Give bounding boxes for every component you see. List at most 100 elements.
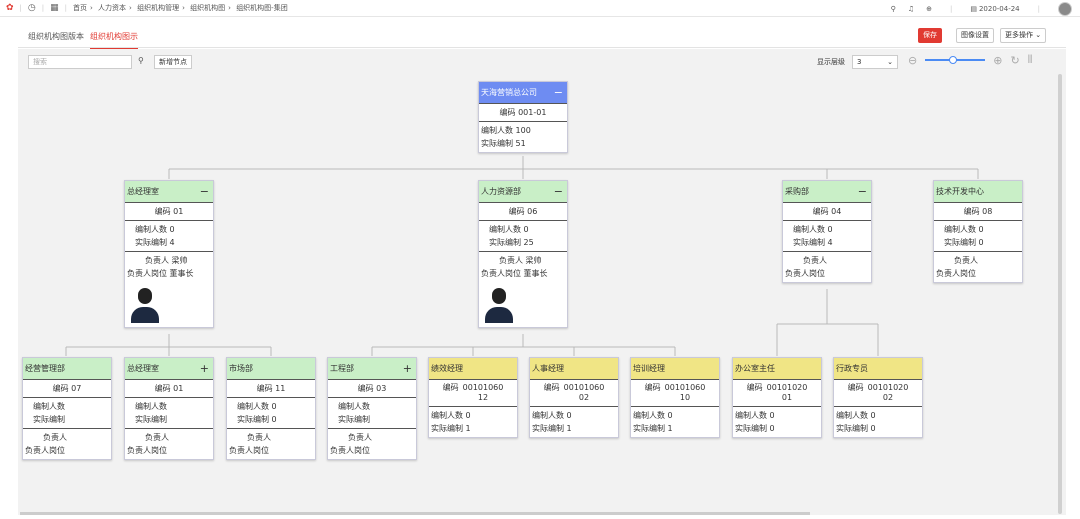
code-label: 编码 bbox=[508, 207, 525, 216]
org-node-admin[interactable]: 行政专员 编码 00101020 02 编制人数 0 实际编制 0 bbox=[833, 357, 923, 438]
horizontal-scrollbar[interactable] bbox=[20, 512, 810, 515]
breadcrumb-org-mgmt[interactable]: 组织机构管理 bbox=[137, 4, 179, 12]
current-date: 2020-04-24 bbox=[978, 4, 1020, 13]
org-chart-canvas[interactable]: 搜索 ⚲ 新增节点 显示层级 3 ⌄ ⊖ ⊕ ↻ ⦀ 天海营销总公司 − 编码 00… bbox=[18, 49, 1066, 515]
code-value: 001-01 bbox=[518, 108, 547, 117]
head-position-label: 负责人岗位 bbox=[25, 446, 65, 455]
expand-icon[interactable]: + bbox=[403, 358, 412, 380]
node-code: 编码 03 bbox=[328, 380, 416, 398]
org-node-hr-manager[interactable]: 人事经理 编码 00101060 02 编制人数 0 实际编制 1 bbox=[529, 357, 619, 438]
org-node-root[interactable]: 天海营销总公司 − 编码 001-01 编制人数 100 实际编制 51 bbox=[478, 81, 568, 153]
head-position-value: 董事长 bbox=[169, 269, 194, 278]
image-settings-button[interactable]: 图像设置 bbox=[956, 28, 994, 43]
tab-chart-diagram[interactable]: 组织机构图示 bbox=[90, 31, 138, 49]
code-label: 编码 bbox=[154, 207, 171, 216]
add-circle-icon[interactable]: ⊕ bbox=[926, 5, 932, 13]
node-header: 市场部 bbox=[227, 358, 315, 380]
node-staffing: 编制人数 0 实际编制 0 bbox=[834, 407, 922, 437]
expand-icon[interactable]: + bbox=[200, 358, 209, 380]
node-name: 行政专员 bbox=[836, 364, 868, 373]
tab-chart-version[interactable]: 组织机构图版本 bbox=[28, 31, 84, 42]
head-label: 负责人 bbox=[247, 433, 271, 442]
actual-value: 1 bbox=[667, 424, 673, 433]
actual-label: 实际编制 bbox=[135, 415, 167, 424]
node-code: 编码 04 bbox=[783, 203, 871, 221]
planned-label: 编制人数 bbox=[489, 225, 521, 234]
planned-value: 0 bbox=[769, 411, 775, 420]
node-head: 负责人 梁帅 负责人岗位 董事长 bbox=[479, 252, 567, 327]
org-node-ops[interactable]: 经营管理部 编码 07 编制人数 实际编制 负责人 负责人岗位 bbox=[22, 357, 112, 460]
planned-value: 0 bbox=[169, 225, 175, 234]
org-node-gm-sub[interactable]: 总经理室 + 编码 01 编制人数 实际编制 负责人 负责人岗位 bbox=[124, 357, 214, 460]
org-node-eng[interactable]: 工程部 + 编码 03 编制人数 实际编制 负责人 负责人岗位 bbox=[327, 357, 417, 460]
top-navigation-bar: ✿ | ◷ | ▦ | 首页 › 人力资本 › 组织机构管理 › 组织机构图 › 组织机… bbox=[0, 0, 1080, 17]
planned-value: 0 bbox=[978, 225, 984, 234]
node-name: 采购部 bbox=[785, 187, 809, 196]
node-head: 负责人 梁帅 负责人岗位 董事长 bbox=[125, 252, 213, 327]
avatar[interactable] bbox=[1058, 1, 1072, 16]
more-actions-button[interactable]: 更多操作 ⌄ bbox=[1000, 28, 1047, 43]
node-code: 编码 08 bbox=[934, 203, 1022, 221]
actual-value: 0 bbox=[769, 424, 775, 433]
org-node-market[interactable]: 市场部 编码 11 编制人数 0 实际编制 0 负责人 负责人岗位 bbox=[226, 357, 316, 460]
planned-value: 100 bbox=[515, 126, 531, 135]
head-label: 负责人 bbox=[348, 433, 372, 442]
breadcrumb-hr-capital[interactable]: 人力资本 bbox=[98, 4, 126, 12]
org-node-hr[interactable]: 人力资源部 − 编码 06 编制人数 0 实际编制 25 负责人 梁帅 负责人岗位 董… bbox=[478, 180, 568, 328]
node-code: 编码 06 bbox=[479, 203, 567, 221]
node-code: 编码 01 bbox=[125, 380, 213, 398]
search-icon[interactable]: ⚲ bbox=[891, 5, 896, 13]
node-name: 经营管理部 bbox=[25, 364, 65, 373]
node-header: 技术开发中心 bbox=[934, 181, 1022, 203]
breadcrumb: 首页 › 人力资本 › 组织机构管理 › 组织机构图 › 组织机构图-集团 bbox=[73, 4, 288, 12]
node-head: 负责人负责人岗位 bbox=[227, 429, 315, 459]
actual-label: 实际编制 bbox=[836, 424, 868, 433]
node-staffing: 编制人数 0 实际编制 0 bbox=[733, 407, 821, 437]
breadcrumb-org-chart[interactable]: 组织机构图 bbox=[190, 4, 225, 12]
node-header: 天海营销总公司 − bbox=[479, 82, 567, 104]
org-node-office[interactable]: 办公室主任 编码 00101020 01 编制人数 0 实际编制 0 bbox=[732, 357, 822, 438]
head-position-label: 负责人岗位 bbox=[330, 446, 370, 455]
app-grid-icon[interactable]: ✿ bbox=[6, 3, 14, 13]
org-node-gm[interactable]: 总经理室 − 编码 01 编制人数 0 实际编制 4 负责人 梁帅 负责人岗位 董事长 bbox=[124, 180, 214, 328]
org-node-purchase[interactable]: 采购部 − 编码 04 编制人数 0 实际编制 4 负责人 负责人岗位 bbox=[782, 180, 872, 283]
code-value-line1: 00101060 bbox=[563, 383, 605, 392]
collapse-icon[interactable]: − bbox=[200, 181, 209, 203]
actual-value: 1 bbox=[566, 424, 572, 433]
collapse-icon[interactable]: − bbox=[554, 181, 563, 203]
node-name: 总经理室 bbox=[127, 187, 159, 196]
code-value-line2: 10 bbox=[679, 393, 691, 402]
node-code: 编码 00101060 02 bbox=[530, 380, 618, 407]
org-node-training[interactable]: 培训经理 编码 00101060 10 编制人数 0 实际编制 1 bbox=[630, 357, 720, 438]
planned-value: 0 bbox=[667, 411, 673, 420]
org-node-tech[interactable]: 技术开发中心 编码 08 编制人数 0 实际编制 0 负责人 负责人岗位 bbox=[933, 180, 1023, 283]
collapse-icon[interactable]: − bbox=[858, 181, 867, 203]
save-button[interactable]: 保存 bbox=[918, 28, 942, 43]
node-header: 绩效经理 bbox=[429, 358, 517, 380]
node-header: 经营管理部 bbox=[23, 358, 111, 380]
bell-icon[interactable]: ♫ bbox=[908, 5, 914, 13]
node-staffing: 编制人数 0 实际编制 1 bbox=[429, 407, 517, 437]
node-staffing: 编制人数 0 实际编制 25 bbox=[479, 221, 567, 252]
node-header: 人力资源部 − bbox=[479, 181, 567, 203]
actual-label: 实际编制 bbox=[237, 415, 269, 424]
code-value-line1: 00101060 bbox=[664, 383, 706, 392]
vertical-scrollbar[interactable] bbox=[1058, 74, 1062, 514]
head-label: 负责人 bbox=[499, 256, 523, 265]
planned-label: 编制人数 bbox=[135, 225, 167, 234]
history-icon[interactable]: ◷ bbox=[28, 3, 36, 13]
code-value-line2: 12 bbox=[477, 393, 489, 402]
actual-label: 实际编制 bbox=[481, 139, 513, 148]
head-position-label: 负责人岗位 bbox=[229, 446, 269, 455]
calendar-icon: ▤ bbox=[970, 4, 977, 13]
code-value: 01 bbox=[173, 384, 184, 393]
node-head: 负责人 负责人岗位 bbox=[23, 429, 111, 459]
head-label: 负责人 bbox=[145, 433, 169, 442]
org-node-perf[interactable]: 绩效经理 编码 00101060 12 编制人数 0 实际编制 1 bbox=[428, 357, 518, 438]
building-icon[interactable]: ▦ bbox=[50, 3, 59, 13]
breadcrumb-home[interactable]: 首页 bbox=[73, 4, 87, 12]
code-label: 编码 bbox=[812, 207, 829, 216]
node-staffing: 编制人数 0 实际编制 4 bbox=[125, 221, 213, 252]
node-header: 采购部 − bbox=[783, 181, 871, 203]
collapse-icon[interactable]: − bbox=[554, 82, 563, 104]
